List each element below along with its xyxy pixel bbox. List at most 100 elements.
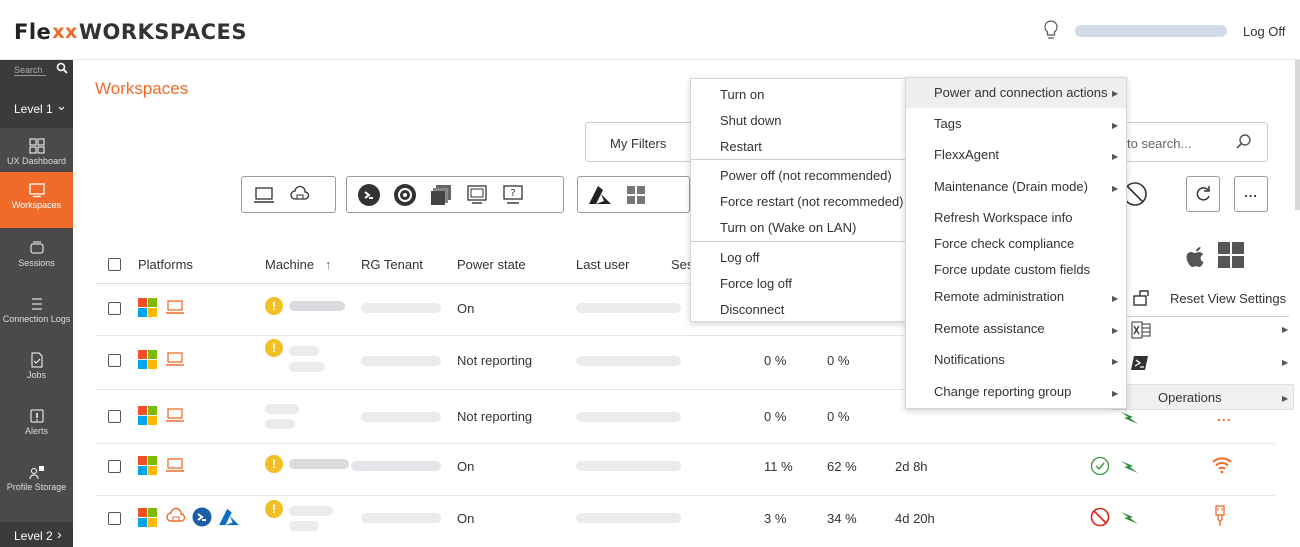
- table-row[interactable]: ! On 3 % 34 % 4d 20h: [95, 496, 1275, 547]
- row-checkbox[interactable]: [108, 354, 121, 367]
- cpu-cell: 11 %: [764, 459, 793, 474]
- broker-filter-group: ?: [346, 176, 564, 213]
- force-check-compliance-item[interactable]: Force check compliance: [934, 236, 1074, 251]
- rdp-filter-button[interactable]: [353, 181, 385, 209]
- cloud-filter-button[interactable]: [284, 181, 316, 209]
- refresh-button[interactable]: [1186, 176, 1220, 212]
- check-circle-icon: [1090, 456, 1110, 476]
- power-state-cell: Not reporting: [457, 409, 533, 424]
- notifications-item[interactable]: Notifications: [934, 352, 1005, 367]
- reset-view-settings-item[interactable]: Reset View Settings: [1170, 291, 1286, 306]
- vmware-filter-button[interactable]: [425, 181, 457, 209]
- laptop-icon: [254, 186, 274, 203]
- vmware-icon: [431, 184, 451, 205]
- jobs-icon: [31, 352, 42, 368]
- citrix-filter-button[interactable]: [389, 181, 421, 209]
- sidebar-item-label: Workspaces: [11, 200, 62, 210]
- force-log-off-item[interactable]: Force log off: [720, 276, 792, 291]
- machine-name-blurred: [265, 404, 299, 414]
- disconnect-item[interactable]: Disconnect: [720, 302, 784, 317]
- unknown-filter-button[interactable]: ?: [497, 181, 529, 209]
- menu-item-label: Power and connection actions: [934, 85, 1108, 100]
- flexxagent-icon: [1121, 461, 1138, 473]
- row-checkbox[interactable]: [108, 512, 121, 525]
- more-actions-button[interactable]: ...: [1234, 176, 1268, 212]
- flexxagent-item[interactable]: FlexxAgent: [934, 147, 999, 162]
- force-update-custom-fields-item[interactable]: Force update custom fields: [934, 262, 1090, 277]
- azure-filter-button[interactable]: [584, 181, 616, 209]
- user-email-blurred[interactable]: [1075, 25, 1227, 37]
- select-all-checkbox[interactable]: [108, 258, 121, 271]
- vdi-filter-button[interactable]: [461, 181, 493, 209]
- table-row[interactable]: ! On 11 % 62 % 2d 8h: [95, 444, 1275, 496]
- sidebar-search-input[interactable]: Search: [14, 65, 46, 76]
- restart-item[interactable]: Restart: [720, 139, 762, 154]
- power-and-connection-item[interactable]: Power and connection actions ▶: [906, 78, 1126, 108]
- force-restart-item[interactable]: Force restart (not recommeded): [720, 194, 904, 209]
- power-state-cell: On: [457, 301, 475, 316]
- citrix-icon: [394, 183, 416, 206]
- row-checkbox[interactable]: [108, 410, 121, 423]
- change-reporting-group-item[interactable]: Change reporting group: [934, 384, 1071, 399]
- sidebar-item-profile-storage[interactable]: Profile Storage: [0, 454, 73, 510]
- level2-selector[interactable]: Level 2 ›: [0, 522, 73, 547]
- device-type-filter-group: [241, 176, 336, 213]
- sidebar-item-alerts[interactable]: Alerts: [0, 398, 73, 454]
- flexx-logo[interactable]: Fle xx WORKSPACES: [14, 20, 247, 44]
- log-off-item[interactable]: Log off: [720, 250, 760, 265]
- logoff-link[interactable]: Log Off: [1243, 24, 1285, 39]
- prohibited-icon: [1090, 507, 1110, 527]
- windows-logo-icon: [138, 508, 158, 528]
- powershell-icon[interactable]: [1131, 354, 1149, 372]
- sidebar-item-label: Connection Logs: [2, 314, 71, 324]
- scrollbar[interactable]: [1295, 60, 1300, 210]
- remote-assistance-item[interactable]: Remote assistance: [934, 321, 1045, 336]
- sidebar-item-workspaces[interactable]: Workspaces: [0, 172, 73, 228]
- column-platforms[interactable]: Platforms: [138, 257, 193, 272]
- row-checkbox[interactable]: [108, 460, 121, 473]
- wifi-icon: [1212, 457, 1232, 474]
- search-icon[interactable]: [56, 62, 68, 74]
- operations-menu-item[interactable]: Operations ▶: [1111, 384, 1294, 410]
- remote-administration-item[interactable]: Remote administration: [934, 289, 1064, 304]
- sidebar-item-label: Jobs: [26, 370, 46, 380]
- search-input[interactable]: to search...: [1120, 122, 1268, 162]
- excel-export-icon[interactable]: [1131, 321, 1151, 339]
- column-last-user[interactable]: Last user: [576, 257, 629, 272]
- level-selector[interactable]: Level 1 ⌄: [0, 88, 73, 128]
- sidebar-search[interactable]: Search: [0, 60, 73, 88]
- refresh-workspace-info-item[interactable]: Refresh Workspace info: [934, 210, 1073, 225]
- sidebar-item-jobs[interactable]: Jobs: [0, 342, 73, 398]
- my-filters-dropdown[interactable]: My Filters: [585, 122, 705, 162]
- wake-on-lan-item[interactable]: Turn on (Wake on LAN): [720, 220, 856, 235]
- maintenance-item[interactable]: Maintenance (Drain mode): [934, 179, 1088, 194]
- windows-logo-icon: [138, 406, 158, 426]
- sidebar-item-label: Profile Storage: [6, 482, 67, 492]
- search-icon[interactable]: [1235, 133, 1253, 151]
- column-power-state[interactable]: Power state: [457, 257, 526, 272]
- row-checkbox[interactable]: [108, 302, 121, 315]
- chevron-down-icon: ⌄: [56, 98, 67, 113]
- column-machine[interactable]: Machine: [265, 257, 314, 272]
- sort-ascending-icon[interactable]: ↑: [325, 257, 332, 272]
- turn-on-item[interactable]: Turn on: [720, 87, 764, 102]
- shut-down-item[interactable]: Shut down: [720, 113, 781, 128]
- operations-label: Operations: [1158, 390, 1222, 405]
- column-rg-tenant[interactable]: RG Tenant: [361, 257, 423, 272]
- tags-item[interactable]: Tags: [934, 116, 961, 131]
- cloud-provider-filter-group: [577, 176, 690, 213]
- cpu-cell: 3 %: [764, 511, 787, 526]
- windows-filter-button[interactable]: [620, 181, 652, 209]
- memory-cell: 0 %: [827, 409, 850, 424]
- row-more-icon[interactable]: ...: [1217, 408, 1232, 424]
- sidebar-item-sessions[interactable]: Sessions: [0, 230, 73, 286]
- sidebar-item-label: Alerts: [24, 426, 48, 436]
- last-user-blurred: [576, 303, 681, 313]
- laptop-filter-button[interactable]: [248, 181, 280, 209]
- sidebar-item-connection-logs[interactable]: Connection Logs: [0, 286, 73, 342]
- tenant-blurred: [361, 513, 441, 523]
- warning-icon: !: [265, 455, 283, 473]
- dashboard-icon: [29, 138, 44, 154]
- lightbulb-icon[interactable]: [1043, 20, 1059, 42]
- power-off-item[interactable]: Power off (not recommended): [720, 168, 892, 183]
